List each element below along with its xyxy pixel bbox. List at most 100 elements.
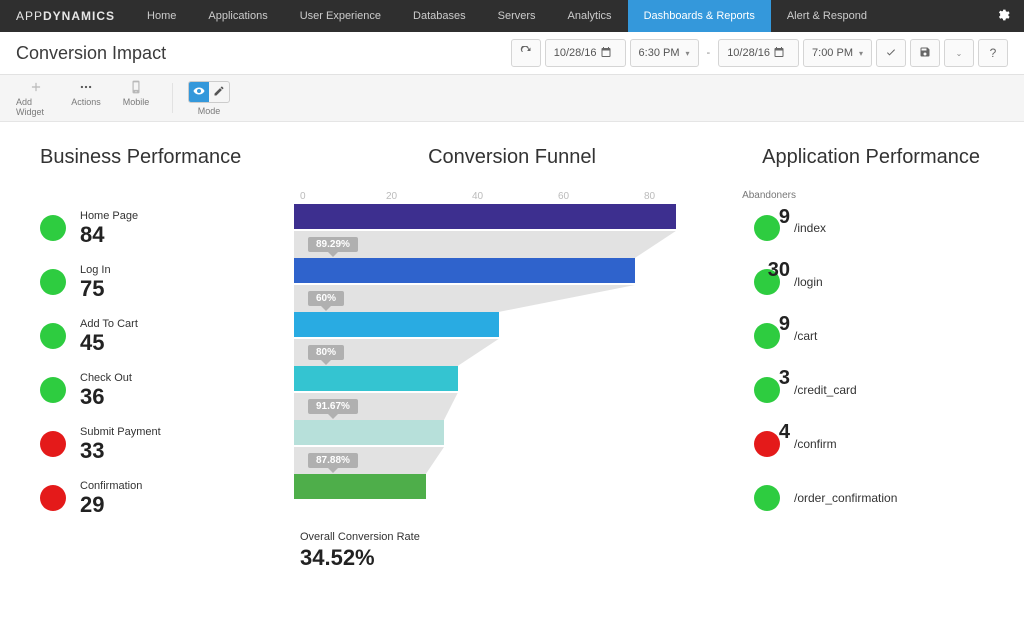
edit-mode-button[interactable]: [209, 82, 229, 102]
endpoint-label: /cart: [794, 329, 817, 343]
logo-light: APP: [16, 9, 43, 23]
mode-toggle[interactable]: [188, 81, 230, 103]
metric-label: Submit Payment: [80, 426, 161, 438]
conversion-funnel-column: Conversion Funnel 020406080 Abandoners 9…: [294, 146, 730, 571]
funnel-bar: [294, 258, 635, 283]
save-icon: [919, 46, 931, 61]
conversion-pct-badge: 87.88%: [308, 453, 358, 468]
abandoners-value: 30: [740, 259, 790, 282]
business-metric-row: Confirmation29: [40, 471, 270, 525]
tool-label: Add Widget: [16, 97, 56, 117]
funnel-bar: [294, 420, 444, 445]
conversion-pct-badge: 60%: [308, 291, 344, 306]
save-button[interactable]: [910, 39, 940, 67]
metric-label: Confirmation: [80, 480, 142, 492]
metric-label: Log In: [80, 264, 111, 276]
chevron-down-icon: ▾: [686, 49, 690, 58]
overall-value: 34.52%: [300, 545, 730, 571]
nav-item-analytics[interactable]: Analytics: [552, 0, 628, 32]
to-time: 7:00 PM: [812, 47, 853, 59]
to-date: 10/28/16: [727, 47, 770, 59]
actions-tool[interactable]: Actions: [66, 80, 106, 117]
chevron-down-icon: ⌄: [956, 49, 963, 58]
settings-button[interactable]: [982, 8, 1024, 25]
apply-button[interactable]: [876, 39, 906, 67]
funnel-connector: [294, 285, 635, 312]
status-dot: [40, 377, 66, 403]
chevron-down-icon: ▾: [859, 49, 863, 58]
toolbar: Add Widget Actions Mobile Mode: [0, 75, 1024, 122]
metric-label: Add To Cart: [80, 318, 138, 330]
view-mode-button[interactable]: [189, 82, 209, 102]
metric-text: Confirmation29: [80, 480, 142, 516]
tool-label: Actions: [71, 97, 101, 107]
metric-value: 84: [80, 224, 138, 246]
metric-text: Home Page84: [80, 210, 138, 246]
axis-tick: 20: [386, 191, 472, 202]
calendar-icon: [597, 46, 617, 61]
nav-item-home[interactable]: Home: [131, 0, 192, 32]
metric-text: Log In75: [80, 264, 111, 300]
nav-items: HomeApplicationsUser ExperienceDatabases…: [131, 0, 883, 32]
endpoint-label: /order_confirmation: [794, 491, 897, 505]
axis-tick: 40: [472, 191, 558, 202]
logo: APPDYNAMICS: [0, 9, 131, 23]
overall-conversion: Overall Conversion Rate 34.52%: [294, 531, 730, 571]
overall-label: Overall Conversion Rate: [300, 531, 730, 543]
mode-tool[interactable]: Mode: [189, 81, 229, 116]
axis-tick: 60: [558, 191, 644, 202]
conversion-pct-badge: 80%: [308, 345, 344, 360]
nav-item-servers[interactable]: Servers: [482, 0, 552, 32]
funnel-bar: [294, 366, 458, 391]
help-button[interactable]: ?: [978, 39, 1008, 67]
pencil-icon: [213, 85, 225, 99]
more-menu-button[interactable]: ⌄: [944, 39, 974, 67]
abandoners-value: 9: [740, 206, 790, 229]
to-date-picker[interactable]: 10/28/16: [718, 39, 799, 67]
funnel-axis: 020406080: [294, 191, 730, 202]
from-time-picker[interactable]: 6:30 PM ▾: [630, 39, 699, 67]
refresh-button[interactable]: [511, 39, 541, 67]
endpoint-label: /confirm: [794, 437, 837, 451]
funnel-bar: [294, 204, 676, 229]
mobile-tool[interactable]: Mobile: [116, 80, 156, 117]
funnel-step: 89.29%30: [294, 231, 730, 285]
status-dot: [754, 485, 780, 511]
add-widget-tool[interactable]: Add Widget: [16, 80, 56, 117]
business-metric-row: Home Page84: [40, 201, 270, 255]
metric-value: 33: [80, 440, 161, 462]
status-dot: [40, 431, 66, 457]
top-nav: APPDYNAMICS HomeApplicationsUser Experie…: [0, 0, 1024, 32]
business-metric-row: Log In75: [40, 255, 270, 309]
nav-item-databases[interactable]: Databases: [397, 0, 482, 32]
section-title: Business Performance: [40, 146, 270, 169]
status-dot: [40, 323, 66, 349]
axis-tick: 0: [300, 191, 386, 202]
nav-item-alert-respond[interactable]: Alert & Respond: [771, 0, 883, 32]
metric-text: Add To Cart45: [80, 318, 138, 354]
metric-value: 36: [80, 386, 132, 408]
abandoners-value: 9: [740, 313, 790, 336]
to-time-picker[interactable]: 7:00 PM ▾: [803, 39, 872, 67]
conversion-pct-badge: 89.29%: [308, 237, 358, 252]
mobile-icon: [129, 80, 143, 94]
funnel-bar: [294, 312, 499, 337]
funnel-bar: [294, 474, 426, 499]
metric-text: Check Out36: [80, 372, 132, 408]
from-date-picker[interactable]: 10/28/16: [545, 39, 626, 67]
status-dot: [40, 269, 66, 295]
from-time: 6:30 PM: [639, 47, 680, 59]
metric-text: Submit Payment 33: [80, 426, 161, 462]
business-performance-column: Business Performance Home Page84 Log In75…: [40, 146, 270, 571]
check-icon: [885, 46, 897, 61]
nav-item-user-experience[interactable]: User Experience: [284, 0, 397, 32]
tool-label: Mode: [198, 106, 221, 116]
business-metric-row: Submit Payment 33: [40, 417, 270, 471]
business-metric-row: Add To Cart45: [40, 309, 270, 363]
endpoint-label: /index: [794, 221, 826, 235]
page-title: Conversion Impact: [16, 43, 511, 64]
funnel-chart: Abandoners 989.29%3060%980%391.67%487.88…: [294, 204, 730, 501]
nav-item-applications[interactable]: Applications: [192, 0, 283, 32]
calendar-icon: [770, 46, 790, 61]
nav-item-dashboards-reports[interactable]: Dashboards & Reports: [628, 0, 771, 32]
